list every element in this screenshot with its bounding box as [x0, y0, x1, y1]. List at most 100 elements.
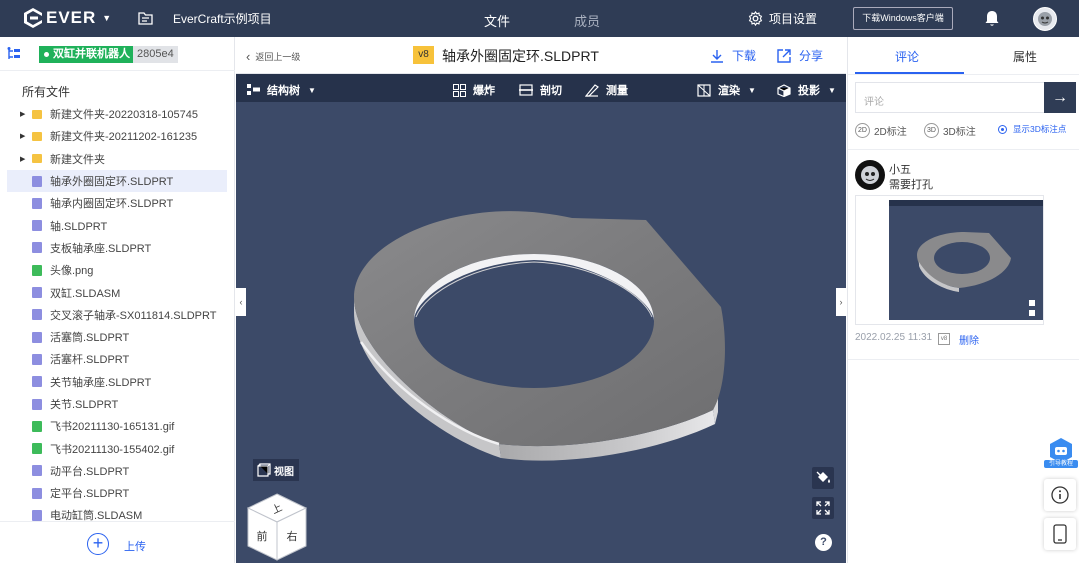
viewer-toolbar: 结构树 ▼ 爆炸 剖切 测量 渲染 ▼ 投影 ▼	[236, 74, 846, 102]
file-item[interactable]: 动平台.SLDPRT	[7, 460, 227, 482]
upload-button[interactable]: 上传	[124, 538, 146, 554]
mode-2d-button[interactable]: 2D 2D标注	[855, 123, 907, 138]
file-item[interactable]: 活塞杆.SLDPRT	[7, 348, 227, 370]
caret-down-icon: ▼	[748, 85, 756, 95]
folder-item[interactable]: ▶ 新建文件夹-20211202-161235	[7, 125, 227, 147]
expand-arrow-icon[interactable]: ▶	[20, 155, 25, 163]
paint-bucket-icon	[816, 471, 830, 483]
folder-item[interactable]: ▶ 新建文件夹	[7, 148, 227, 170]
file-item[interactable]: 轴承内圈固定环.SLDPRT	[7, 192, 227, 214]
all-files-title[interactable]: 所有文件	[22, 83, 70, 100]
tab-files[interactable]: 文件	[484, 11, 510, 30]
model-canvas[interactable]	[236, 102, 846, 563]
structure-tree-label: 结构树	[267, 85, 300, 97]
bearing-ring-model[interactable]	[354, 211, 725, 461]
file-item[interactable]: 活塞筒.SLDPRT	[7, 326, 227, 348]
comment-user: 小五	[889, 164, 911, 176]
back-button[interactable]: ‹ 返回上一级	[246, 49, 300, 64]
structure-tree-button[interactable]: 结构树 ▼	[247, 82, 316, 98]
comment-input[interactable]: 评论	[855, 82, 1044, 113]
project-switcher[interactable]: EverCraft示例项目	[138, 10, 272, 27]
delete-comment-link[interactable]: 删除	[959, 332, 979, 347]
share-button[interactable]: 分享	[777, 47, 823, 64]
file-icon	[32, 331, 42, 343]
file-item[interactable]: 关节轴承座.SLDPRT	[7, 371, 227, 393]
download-client-button[interactable]: 下载Windows客户端	[853, 7, 953, 30]
back-label: 返回上一级	[255, 52, 301, 62]
avatar-face-icon	[1038, 12, 1052, 26]
help-button[interactable]: ?	[815, 534, 832, 551]
cube-front-face[interactable]: 前	[257, 529, 268, 543]
divider	[848, 359, 1079, 360]
show-3d-points-toggle[interactable]: 显示3D标注点	[998, 123, 1066, 135]
mobile-button[interactable]	[1044, 518, 1076, 550]
file-item[interactable]: 关节.SLDPRT	[7, 393, 227, 415]
file-icon	[32, 509, 42, 521]
file-icon	[32, 487, 42, 499]
projection-button[interactable]: 投影 ▼	[777, 82, 836, 98]
comment-version-badge: v8	[938, 333, 950, 345]
file-panel-header: 双缸并联机器人 2805e4	[0, 37, 235, 71]
file-name: 双缸.SLDASM	[50, 287, 121, 300]
paint-bucket-button[interactable]	[812, 467, 834, 489]
fullscreen-button[interactable]	[812, 497, 834, 519]
file-item[interactable]: 轴.SLDPRT	[7, 214, 227, 236]
collapse-right-handle[interactable]: ›	[836, 288, 846, 316]
fullscreen-icon	[816, 501, 830, 515]
tab-comments[interactable]: 评论	[895, 48, 919, 65]
file-item[interactable]: 交叉滚子轴承-SX011814.SLDPRT	[7, 304, 227, 326]
download-icon	[711, 49, 723, 63]
bell-icon[interactable]	[984, 10, 1000, 27]
upload-bar	[0, 521, 235, 563]
upload-plus-icon[interactable]: +	[87, 533, 109, 555]
file-title: 轴承外圈固定环.SLDPRT	[442, 48, 599, 64]
brand-dropdown-icon[interactable]: ▼	[102, 13, 111, 23]
file-item[interactable]: 飞书20211130-165131.gif	[7, 415, 227, 437]
render-button[interactable]: 渲染 ▼	[697, 82, 756, 98]
structure-tree-icon	[247, 84, 260, 95]
guide-tutorial-button[interactable]: 引导教程	[1044, 437, 1078, 471]
render-icon	[697, 83, 711, 97]
file-header-bar: ‹ 返回上一级 v8 轴承外圈固定环.SLDPRT 下载 分享	[236, 37, 846, 74]
explode-button[interactable]: 爆炸	[453, 82, 495, 98]
folder-item[interactable]: ▶ 新建文件夹-20220318-105745	[7, 103, 227, 125]
cube-right-face[interactable]: 右	[287, 529, 298, 543]
file-item[interactable]: 轴承外圈固定环.SLDPRT	[7, 169, 227, 193]
tab-members[interactable]: 成员	[574, 11, 600, 30]
collapse-left-handle[interactable]: ‹	[236, 288, 246, 316]
project-tag[interactable]: 双缸并联机器人	[39, 46, 136, 63]
mode-3d-button[interactable]: 3D 3D标注	[924, 123, 976, 138]
comment-screenshot[interactable]	[855, 195, 1044, 325]
measure-button[interactable]: 测量	[585, 82, 628, 98]
file-item[interactable]: 头像.png	[7, 259, 227, 281]
expand-arrow-icon[interactable]: ▶	[20, 132, 25, 140]
file-name: 关节轴承座.SLDPRT	[50, 376, 152, 389]
view-button[interactable]: 视图	[253, 459, 299, 481]
image-file-icon	[32, 264, 42, 276]
version-badge[interactable]: v8	[413, 46, 434, 64]
download-label: 下载	[732, 49, 757, 63]
download-button[interactable]: 下载	[710, 47, 756, 64]
file-name: 关节.SLDPRT	[50, 399, 119, 411]
tab-properties[interactable]: 属性	[1013, 48, 1037, 65]
send-arrow-button[interactable]: →	[1044, 82, 1076, 113]
section-button[interactable]: 剖切	[519, 82, 562, 98]
section-icon	[519, 84, 533, 96]
3d-viewer[interactable]: 结构树 ▼ 爆炸 剖切 测量 渲染 ▼ 投影 ▼ ‹ › 视图 上 前 右 ?	[236, 74, 846, 563]
view-cube[interactable]: 上 前 右	[246, 492, 308, 562]
file-icon	[32, 309, 42, 321]
tree-view-icon[interactable]	[7, 47, 21, 60]
file-name: 活塞筒.SLDPRT	[50, 332, 130, 345]
file-item[interactable]: 飞书20211130-155402.gif	[7, 437, 227, 459]
file-item[interactable]: 支板轴承座.SLDPRT	[7, 237, 227, 259]
file-item[interactable]: 双缸.SLDASM	[7, 281, 227, 303]
expand-arrow-icon[interactable]: ▶	[20, 110, 25, 118]
brand-logo[interactable]: EVER ▼	[24, 8, 111, 28]
file-list: ▶ 新建文件夹-20220318-105745 ▶ 新建文件夹-20211202-16…	[7, 103, 227, 527]
info-button[interactable]	[1044, 479, 1076, 511]
user-avatar[interactable]	[1033, 7, 1057, 31]
caret-down-icon: ▼	[308, 85, 316, 95]
project-settings-button[interactable]: 项目设置	[748, 10, 817, 27]
file-item[interactable]: 定平台.SLDPRT	[7, 482, 227, 504]
folder-icon	[32, 154, 42, 164]
